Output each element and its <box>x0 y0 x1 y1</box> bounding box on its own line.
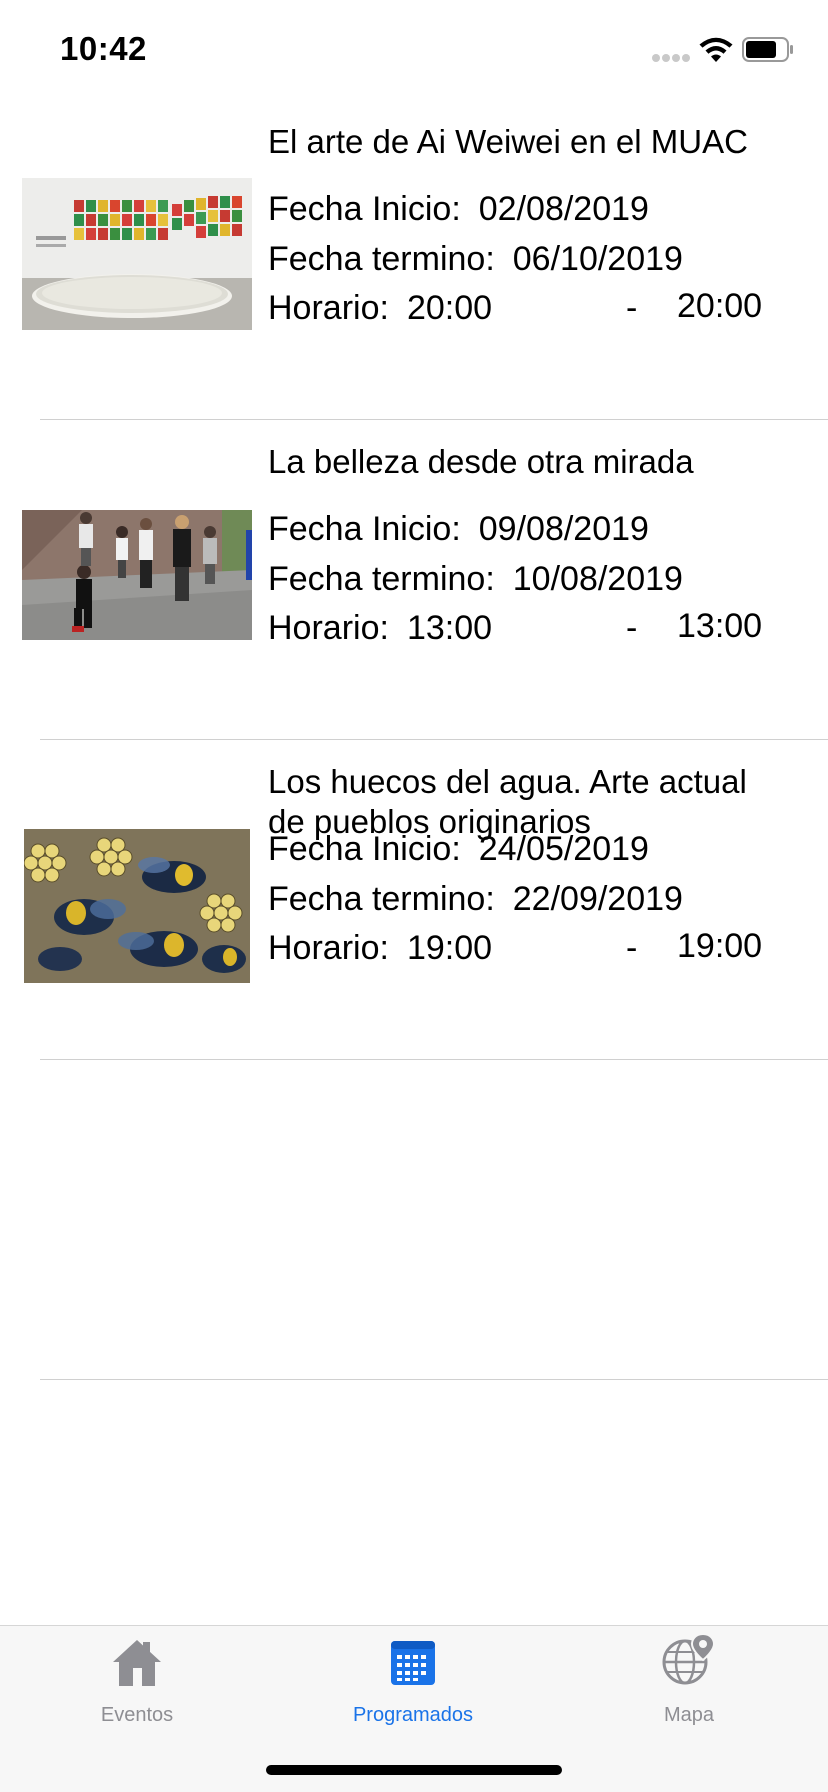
start-date-line: Fecha Inicio: 24/05/2019 <box>268 830 649 869</box>
start-date-line: Fecha Inicio: 09/08/2019 <box>268 510 649 549</box>
start-time-value: 19:00 <box>406 929 493 967</box>
empty-row <box>0 1060 828 1380</box>
status-bar: 10:42 <box>0 0 828 100</box>
start-date-label: Fecha Inicio: <box>268 510 461 548</box>
event-title: El arte de Ai Weiwei en el MUAC <box>268 123 748 160</box>
end-date-value: 10/08/2019 <box>512 560 683 598</box>
globe-pin-icon <box>662 1632 716 1685</box>
tab-label: Eventos <box>100 1704 174 1726</box>
start-date-label: Fecha Inicio: <box>268 190 461 228</box>
bees-painting-image <box>24 829 250 983</box>
event-thumbnail <box>22 510 252 640</box>
schedule-label: Horario: <box>268 929 389 967</box>
event-title: La belleza desde otra mirada <box>268 443 694 480</box>
event-list[interactable]: El arte de Ai Weiwei en el MUAC Fecha In… <box>0 100 828 1380</box>
tab-eventos[interactable]: Eventos <box>37 1626 237 1726</box>
event-thumbnail <box>24 829 250 983</box>
schedule-label: Horario: <box>268 289 389 327</box>
wifi-icon <box>699 37 733 62</box>
start-date-value: 09/08/2019 <box>478 510 649 548</box>
event-row[interactable]: El arte de Ai Weiwei en el MUAC Fecha In… <box>0 100 828 420</box>
event-thumbnail <box>22 178 252 330</box>
start-time-value: 13:00 <box>406 609 493 647</box>
gallery-image <box>22 178 252 330</box>
end-date-label: Fecha termino: <box>268 560 495 598</box>
end-date-line: Fecha termino: 10/08/2019 <box>268 560 683 599</box>
tab-mapa[interactable]: Mapa <box>589 1626 789 1726</box>
time-separator: - <box>626 929 638 967</box>
tab-label: Mapa <box>663 1704 715 1726</box>
calendar-icon <box>391 1641 435 1685</box>
schedule-line: Horario: 13:00 <box>268 609 492 648</box>
home-indicator[interactable] <box>266 1765 562 1775</box>
end-time-value: 13:00 <box>677 607 763 645</box>
screen: 10:42 El arte de Ai Weiwei en el MUAC Fe… <box>0 0 828 1792</box>
battery-icon <box>742 37 793 62</box>
start-date-label: Fecha Inicio: <box>268 830 461 868</box>
time-separator: - <box>626 289 638 327</box>
end-date-value: 22/09/2019 <box>512 880 683 918</box>
start-date-value: 24/05/2019 <box>478 830 649 868</box>
end-time-value: 19:00 <box>677 927 763 965</box>
tab-programados[interactable]: Programados <box>313 1626 513 1726</box>
end-date-value: 06/10/2019 <box>512 240 683 278</box>
start-date-value: 02/08/2019 <box>478 190 649 228</box>
end-time-value: 20:00 <box>677 287 763 325</box>
end-date-line: Fecha termino: 22/09/2019 <box>268 880 683 919</box>
schedule-line: Horario: 19:00 <box>268 929 492 968</box>
status-time: 10:42 <box>60 30 147 67</box>
house-icon <box>113 1640 161 1686</box>
end-date-label: Fecha termino: <box>268 240 495 278</box>
schedule-label: Horario: <box>268 609 389 647</box>
start-time-value: 20:00 <box>406 289 493 327</box>
schedule-line: Horario: 20:00 <box>268 289 492 328</box>
event-row[interactable]: Los huecos del agua. Arte actual de pueb… <box>0 740 828 1060</box>
cellular-signal-icon <box>652 54 690 62</box>
row-divider <box>40 1379 828 1380</box>
tab-label: Programados <box>352 1704 474 1726</box>
start-date-line: Fecha Inicio: 02/08/2019 <box>268 190 649 229</box>
time-separator: - <box>626 609 638 647</box>
people-walking-image <box>22 510 252 640</box>
end-date-line: Fecha termino: 06/10/2019 <box>268 240 683 279</box>
event-row[interactable]: La belleza desde otra mirada Fecha Inici… <box>0 420 828 740</box>
end-date-label: Fecha termino: <box>268 880 495 918</box>
